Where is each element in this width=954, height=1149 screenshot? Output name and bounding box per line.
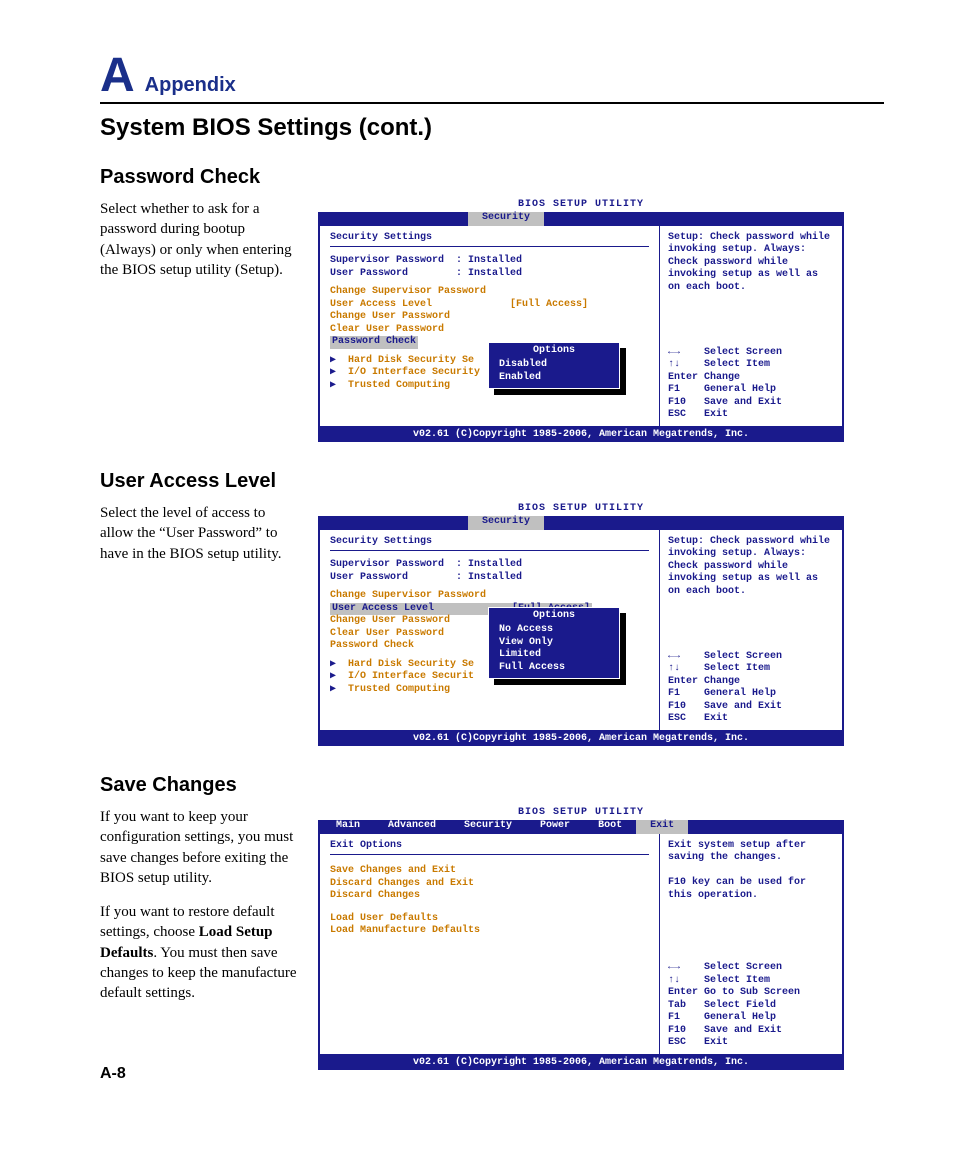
popup-title: Options — [489, 610, 619, 625]
help-text: Setup: Check password while invoking set… — [668, 536, 834, 599]
bios-tabbar: Security — [318, 212, 844, 226]
section-text: Select the level of access to allow the … — [100, 503, 300, 564]
options-popup[interactable]: Options No Access View Only Limited Full… — [488, 607, 620, 680]
popup-option[interactable]: Disabled — [489, 359, 619, 372]
menu-item[interactable]: Discard Changes — [330, 890, 649, 903]
popup-option[interactable]: Enabled — [489, 372, 619, 385]
bios-title: BIOS SETUP UTILITY — [318, 199, 844, 212]
nav-hints: ←→ Select Screen ↑↓ Select Item Enter Ch… — [668, 651, 834, 726]
tab-advanced[interactable]: Advanced — [374, 820, 450, 834]
panel-header: Exit Options — [330, 840, 649, 856]
list-item: Supervisor Password : Installed — [330, 255, 649, 268]
submenu-item[interactable]: ▶ Trusted Computing — [330, 684, 649, 697]
help-text: Setup: Check password while invoking set… — [668, 232, 834, 295]
panel-header: Security Settings — [330, 536, 649, 552]
appendix-header: A Appendix — [100, 52, 884, 104]
popup-option[interactable]: Full Access — [489, 662, 619, 675]
menu-item[interactable]: Discard Changes and Exit — [330, 878, 649, 891]
menu-item[interactable]: Load Manufacture Defaults — [330, 925, 649, 938]
help-text: Exit system setup after saving the chang… — [668, 840, 834, 903]
tab-security[interactable]: Security — [468, 212, 544, 226]
tab-security[interactable]: Security — [450, 820, 526, 834]
bios-tabbar: Main Advanced Security Power Boot Exit — [318, 820, 844, 834]
menu-item[interactable]: User Access Level [Full Access] — [330, 299, 649, 312]
menu-item[interactable]: Save Changes and Exit — [330, 865, 649, 878]
appendix-label: Appendix — [145, 74, 236, 97]
section-text: Select whether to ask for a password dur… — [100, 199, 300, 280]
menu-item[interactable]: Change Supervisor Password — [330, 286, 649, 299]
nav-hints: ←→ Select Screen ↑↓ Select Item Enter Ch… — [668, 347, 834, 422]
list-item: User Password : Installed — [330, 268, 649, 281]
bios-title: BIOS SETUP UTILITY — [318, 807, 844, 820]
nav-hints: ←→ Select Screen ↑↓ Select Item Enter Go… — [668, 962, 834, 1050]
list-item: User Password : Installed — [330, 572, 649, 585]
bios-panel-user-access: BIOS SETUP UTILITY Security Security Set… — [318, 503, 844, 746]
tab-exit[interactable]: Exit — [636, 820, 688, 834]
bios-panel-save-changes: BIOS SETUP UTILITY Main Advanced Securit… — [318, 807, 844, 1070]
menu-item[interactable]: Load User Defaults — [330, 913, 649, 926]
bios-footer: v02.61 (C)Copyright 1985-2006, American … — [318, 1056, 844, 1071]
panel-header: Security Settings — [330, 232, 649, 248]
tab-power[interactable]: Power — [526, 820, 584, 834]
popup-option[interactable]: No Access — [489, 624, 619, 637]
bios-footer: v02.61 (C)Copyright 1985-2006, American … — [318, 428, 844, 443]
section-heading-save-changes: Save Changes — [100, 774, 884, 797]
menu-item[interactable]: Change Supervisor Password — [330, 590, 649, 603]
popup-option[interactable]: View Only — [489, 637, 619, 650]
menu-item[interactable]: Change User Password — [330, 311, 649, 324]
list-item: Supervisor Password : Installed — [330, 559, 649, 572]
bios-title: BIOS SETUP UTILITY — [318, 503, 844, 516]
bios-tabbar: Security — [318, 516, 844, 530]
page-title: System BIOS Settings (cont.) — [100, 114, 884, 142]
popup-title: Options — [489, 345, 619, 360]
bios-panel-password-check: BIOS SETUP UTILITY Security Security Set… — [318, 199, 844, 442]
section-heading-user-access: User Access Level — [100, 470, 884, 493]
menu-item[interactable]: Clear User Password — [330, 324, 649, 337]
tab-boot[interactable]: Boot — [584, 820, 636, 834]
section-text: If you want to keep your configuration s… — [100, 807, 300, 888]
options-popup[interactable]: Options Disabled Enabled — [488, 342, 620, 390]
tab-main[interactable]: Main — [322, 820, 374, 834]
tab-security[interactable]: Security — [468, 516, 544, 530]
section-text: If you want to restore default settings,… — [100, 902, 300, 1003]
section-heading-password-check: Password Check — [100, 166, 884, 189]
bios-footer: v02.61 (C)Copyright 1985-2006, American … — [318, 732, 844, 747]
page-number: A-8 — [100, 1065, 126, 1083]
popup-option[interactable]: Limited — [489, 649, 619, 662]
appendix-letter: A — [100, 52, 135, 100]
